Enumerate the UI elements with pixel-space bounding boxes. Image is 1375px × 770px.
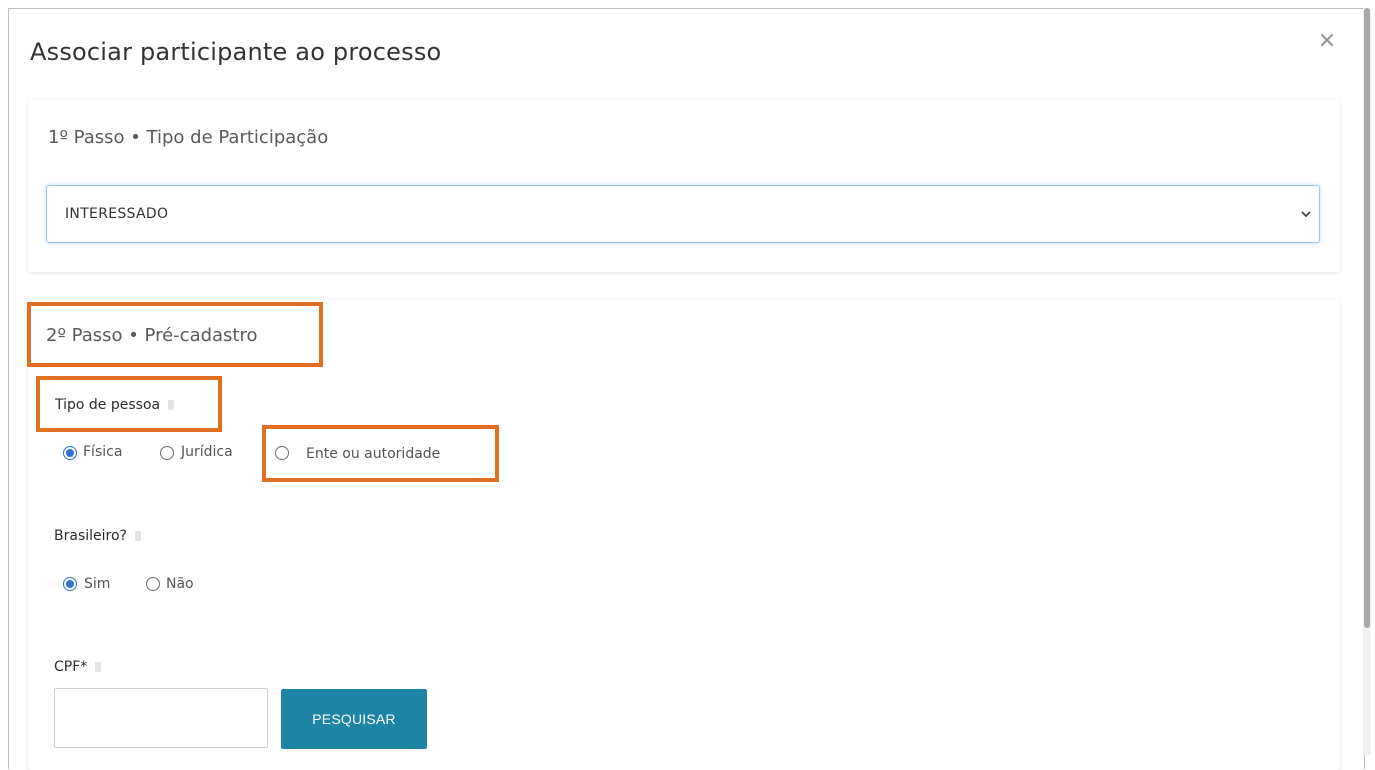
- radio-nao[interactable]: [146, 577, 160, 591]
- step1-title: 1º Passo • Tipo de Participação: [48, 127, 329, 148]
- highlight-box-tipo-pessoa: [36, 376, 222, 432]
- radio-label-juridica: Jurídica: [181, 444, 233, 460]
- participation-type-select[interactable]: INTERESSADO: [46, 185, 1320, 243]
- cpf-label: CPF*: [54, 659, 102, 675]
- cpf-input[interactable]: [54, 688, 268, 748]
- help-icon: [95, 662, 102, 672]
- highlight-box-step2-title: [27, 302, 323, 367]
- radio-sim[interactable]: [63, 577, 77, 591]
- highlight-box-ente-autoridade: [262, 425, 499, 482]
- cpf-label-text: CPF*: [54, 659, 88, 675]
- brasileiro-label-text: Brasileiro?: [54, 528, 127, 544]
- help-icon: [134, 531, 141, 541]
- search-button[interactable]: PESQUISAR: [281, 689, 427, 749]
- scrollbar[interactable]: [1363, 8, 1371, 755]
- modal-title: Associar participante ao processo: [30, 38, 442, 66]
- close-icon[interactable]: ×: [1316, 30, 1338, 52]
- radio-label-sim: Sim: [84, 576, 111, 592]
- radio-label-fisica: Física: [83, 444, 123, 460]
- radio-label-nao: Não: [166, 576, 194, 592]
- chevron-down-icon: [1301, 211, 1311, 218]
- select-value: INTERESSADO: [65, 206, 169, 222]
- radio-fisica[interactable]: [63, 446, 77, 460]
- brasileiro-label: Brasileiro?: [54, 528, 141, 544]
- scrollbar-thumb[interactable]: [1364, 8, 1370, 628]
- radio-juridica[interactable]: [160, 446, 174, 460]
